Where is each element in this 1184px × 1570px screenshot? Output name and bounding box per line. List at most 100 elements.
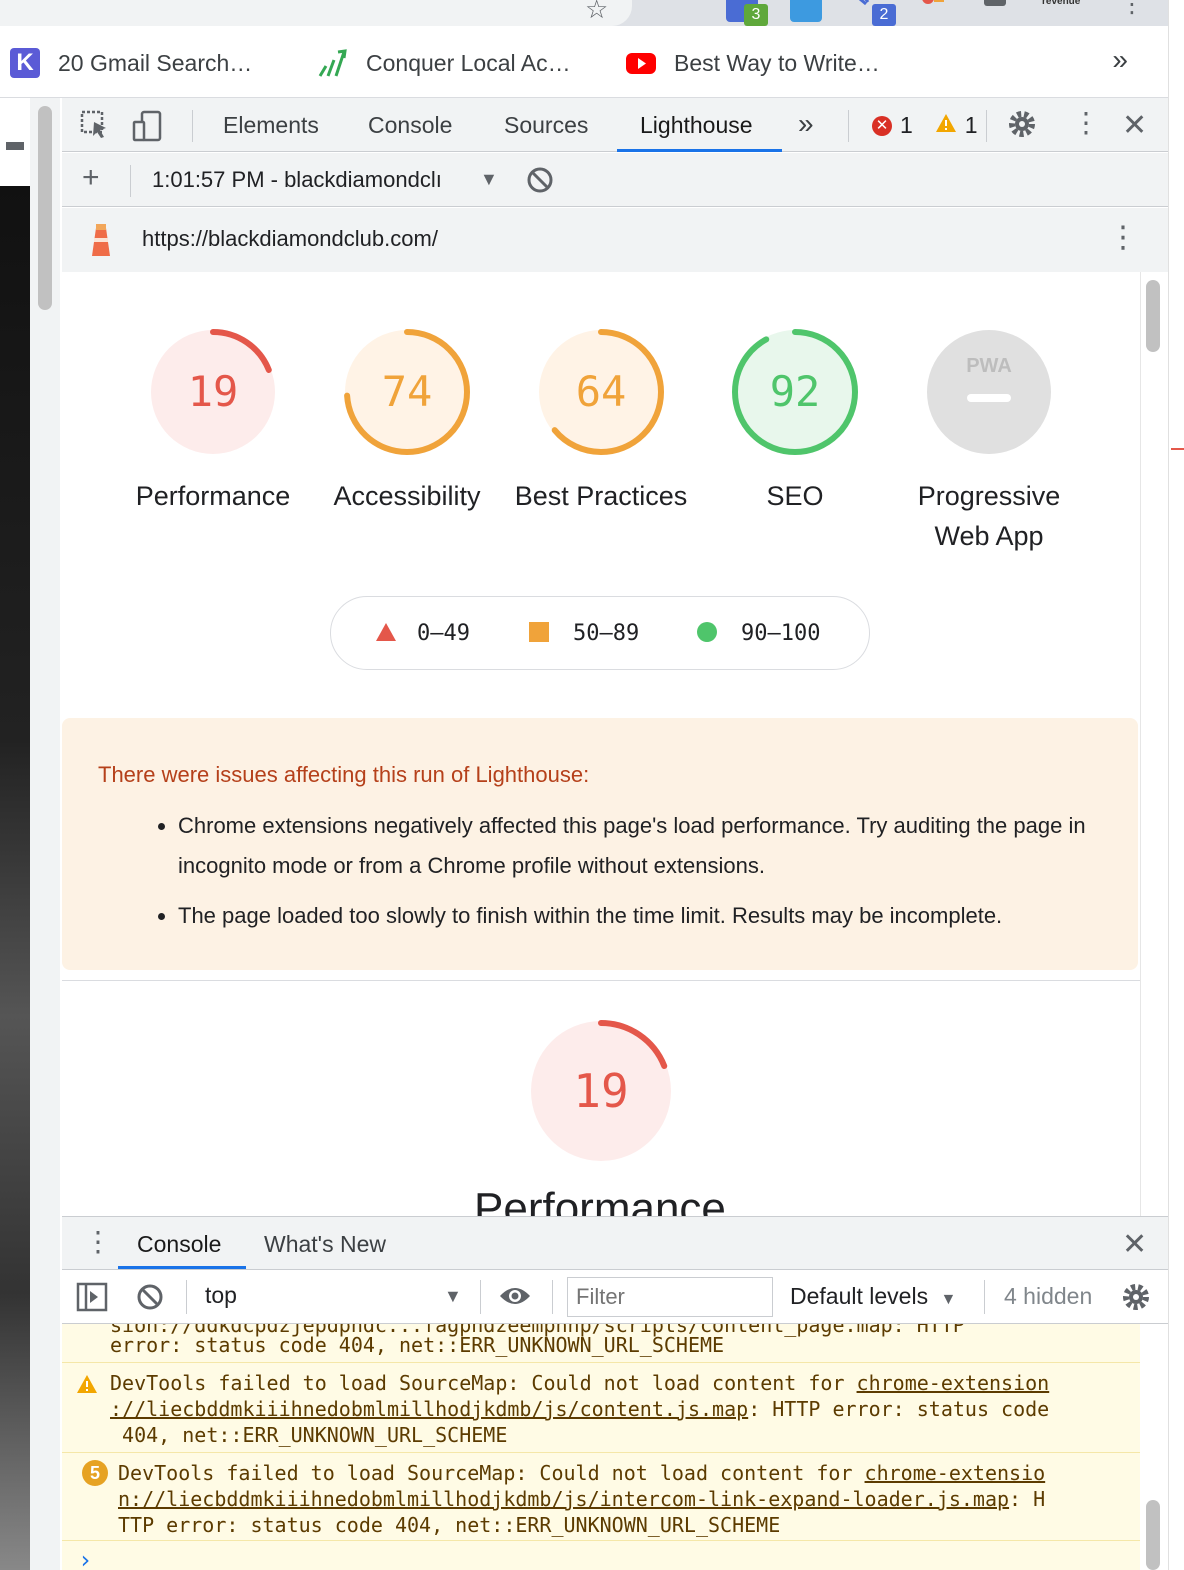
console-prompt[interactable]: › [78, 1546, 92, 1570]
console-scrollbar-thumb[interactable] [1146, 1500, 1160, 1570]
gauge-accessibility[interactable]: 74 Accessibility [310, 326, 504, 516]
drawer-tab-whats-new[interactable]: What's New [264, 1231, 386, 1258]
warning-icon [935, 112, 957, 139]
report-scrollbar-thumb[interactable] [1146, 280, 1160, 352]
settings-gear-icon[interactable] [1006, 108, 1038, 145]
lighthouse-report: 19 Performance 74 Accessibility 64 Best Pract… [62, 272, 1140, 1216]
lighthouse-logo-icon [88, 222, 114, 263]
bookmark-best-way-to-write[interactable]: Best Way to Write… [626, 48, 880, 78]
chevron-down-icon[interactable]: ▼ [444, 1286, 462, 1307]
gauge-ring: 19 [150, 329, 276, 455]
error-counter[interactable]: ✕ 1 1 [872, 112, 978, 139]
console-warning-message[interactable]: DevTools failed to load SourceMap: Could… [110, 1370, 1120, 1448]
drawer-tab-console[interactable]: Console [137, 1231, 221, 1258]
page-scrollbar[interactable] [30, 98, 60, 1570]
bookmark-label: Best Way to Write… [674, 49, 880, 76]
bookmarks-overflow-button[interactable]: » [1112, 44, 1128, 76]
tab-lighthouse[interactable]: Lighthouse [640, 112, 753, 139]
warnings-list: Chrome extensions negatively affected th… [178, 806, 1108, 946]
hidden-messages-count: 4 hidden [1004, 1283, 1093, 1309]
score-legend: 0–49 50–89 90–100 [330, 596, 870, 670]
toolbar-separator [984, 1280, 985, 1314]
performance-section-gauge[interactable]: 19 [528, 1018, 674, 1169]
legend-pass: 90–100 [697, 621, 820, 646]
warning-icon [76, 1374, 98, 1399]
source-link[interactable]: ://liecbddmkiiihnedobmlmillhodjkdmb/js/c… [110, 1397, 748, 1421]
more-tabs-button[interactable]: » [798, 108, 814, 140]
console-settings-gear-icon[interactable] [1120, 1281, 1152, 1318]
console-message-line: error: status code 404, net::ERR_UNKNOWN… [110, 1333, 725, 1357]
console-toolbar: top ▼ Default levels ▼ 4 hidden [62, 1270, 1168, 1324]
youtube-icon [626, 48, 656, 78]
gauge-background [927, 330, 1051, 454]
gauge-ring: PWA [927, 330, 1051, 454]
warning-item: Chrome extensions negatively affected th… [178, 806, 1108, 886]
page-fragment-icon [6, 142, 24, 150]
extensions-puzzle-icon[interactable] [980, 0, 1012, 22]
runtime-warnings: There were issues affecting this run of … [62, 718, 1138, 970]
context-selector[interactable]: top [205, 1282, 237, 1309]
live-expression-eye-icon[interactable] [498, 1284, 532, 1313]
customize-menu-icon[interactable]: ⋮ [1072, 106, 1100, 139]
extension-arrow-icon[interactable] [658, 0, 690, 22]
sidebar-toggle-icon[interactable] [76, 1282, 108, 1317]
message-separator [62, 1362, 1140, 1363]
drawer-menu-icon[interactable]: ⋮ [84, 1225, 112, 1258]
tab-elements[interactable]: Elements [223, 112, 319, 139]
bookmark-conquer-local[interactable]: Conquer Local Ac… [318, 48, 571, 78]
error-icon: ✕ [872, 115, 892, 136]
extension-badge: 3 [744, 4, 768, 26]
warnings-title: There were issues affecting this run of … [98, 762, 590, 787]
chevron-down-icon[interactable]: ▼ [480, 169, 498, 190]
report-scrollbar[interactable] [1140, 272, 1168, 1216]
bookmark-star-icon[interactable]: ☆ [585, 0, 608, 25]
repeat-count-badge: 5 [82, 1460, 108, 1486]
active-tab-indicator [617, 149, 782, 152]
clear-console-icon[interactable] [136, 1283, 164, 1316]
revenue-extension-label[interactable]: revenue [1042, 0, 1080, 7]
report-selector[interactable]: 1:01:57 PM - blackdiamondclı [152, 167, 492, 193]
extension-m-icon[interactable] [790, 0, 822, 22]
extension-shapes-icon[interactable] [916, 0, 948, 22]
extension-badge: 2 [872, 4, 896, 26]
source-link[interactable]: chrome-extension [857, 1371, 1050, 1395]
omnibox[interactable]: ☆ [0, 0, 632, 26]
page-scrollbar-thumb[interactable] [38, 106, 52, 310]
gauge-label: Best Practices [514, 481, 688, 511]
gauge-best-practices[interactable]: 64 Best Practices [504, 326, 698, 516]
gauge-pwa[interactable]: PWA Progressive Web App [892, 326, 1086, 556]
console-warning-message[interactable]: DevTools failed to load SourceMap: Could… [118, 1460, 1128, 1538]
new-report-icon[interactable]: + [82, 161, 100, 195]
gauge-performance[interactable]: 19 Performance [116, 326, 310, 516]
growth-chart-icon [318, 48, 348, 78]
gauge-score: 74 [382, 367, 433, 416]
toolbar-separator [186, 1280, 187, 1314]
tab-sources[interactable]: Sources [504, 112, 588, 139]
bookmark-gmail-search[interactable]: K 20 Gmail Search… [10, 48, 252, 78]
gauge-ring: 19 [530, 1020, 672, 1162]
bookmark-label: 20 Gmail Search… [58, 49, 253, 76]
chrome-menu-icon[interactable]: ⋮ [1120, 0, 1144, 19]
k-logo-icon: K [10, 48, 40, 78]
drawer-tab-bar: ⋮ Console What's New ✕ [62, 1216, 1168, 1270]
close-devtools-icon[interactable]: ✕ [1122, 108, 1147, 143]
clear-reports-icon[interactable] [526, 166, 554, 199]
source-link[interactable]: chrome-extensio [865, 1461, 1046, 1485]
error-count: 1 [900, 112, 913, 138]
source-link[interactable]: n://liecbddmkiiihnedobmlmillhodjkdmb/js/… [118, 1487, 1009, 1511]
tab-console[interactable]: Console [368, 112, 452, 139]
toolbar-separator [480, 1280, 481, 1314]
context-label: top [205, 1282, 237, 1308]
circle-icon [697, 622, 717, 642]
close-drawer-icon[interactable]: ✕ [1122, 1227, 1147, 1262]
legend-fail: 0–49 [375, 621, 470, 646]
gauge-score: 92 [770, 367, 821, 416]
report-menu-icon[interactable]: ⋮ [1108, 220, 1138, 255]
report-url-bar: https://blackdiamondclub.com/ ⋮ [62, 208, 1168, 272]
device-toolbar-icon[interactable] [132, 110, 164, 147]
page-image-strip [0, 186, 30, 1570]
log-levels-dropdown[interactable]: Default levels ▼ [790, 1283, 956, 1310]
inspect-element-icon[interactable] [80, 110, 110, 145]
gauge-seo[interactable]: 92 SEO [698, 326, 892, 516]
console-filter-input[interactable] [567, 1277, 773, 1317]
